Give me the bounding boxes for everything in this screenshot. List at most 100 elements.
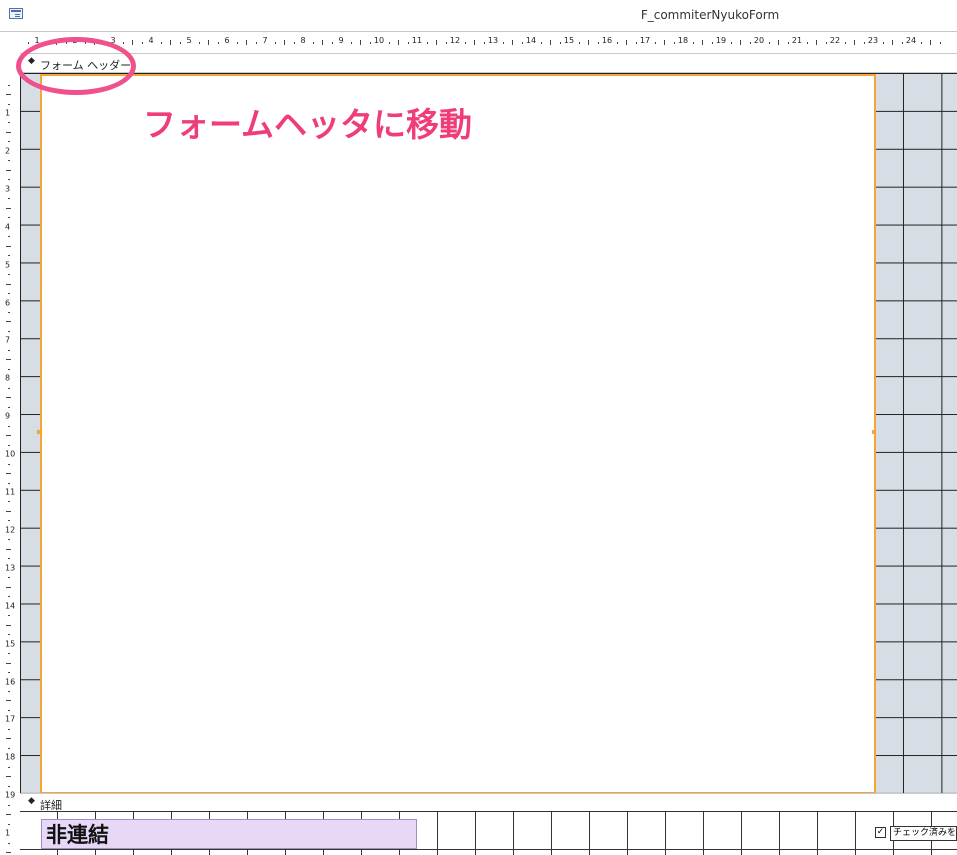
ruler-tick xyxy=(540,42,542,44)
ruler-number: 15 xyxy=(563,36,575,45)
ruler-tick xyxy=(217,42,219,44)
ruler-tick xyxy=(749,42,751,44)
ruler-tick xyxy=(46,42,48,44)
form-header-label: フォーム ヘッダー xyxy=(40,59,132,72)
ruler-tick xyxy=(388,42,390,44)
ruler-number: 14 xyxy=(5,601,16,611)
ruler-tick xyxy=(198,42,200,44)
ruler-tick xyxy=(6,207,11,209)
ruler-tick xyxy=(407,42,409,44)
ruler-tick xyxy=(8,520,10,522)
ruler-tick xyxy=(284,40,285,45)
ruler-tick xyxy=(8,160,10,162)
ruler-tick xyxy=(844,42,846,44)
ruler-tick xyxy=(160,42,162,44)
ruler-tick xyxy=(8,747,10,749)
ruler-tick xyxy=(863,42,865,44)
ruler-tick xyxy=(892,40,893,45)
resize-handle-left[interactable] xyxy=(37,430,41,434)
ruler-number: 1 xyxy=(34,36,40,45)
resize-handle-right[interactable] xyxy=(872,430,876,434)
form-header-canvas[interactable] xyxy=(40,74,876,794)
ruler-tick xyxy=(6,245,11,247)
ruler-tick xyxy=(635,42,637,44)
ruler-tick xyxy=(901,42,903,44)
ruler-tick xyxy=(6,586,11,588)
ruler-tick xyxy=(6,548,11,550)
ruler-tick xyxy=(6,131,11,133)
ruler-number: 24 xyxy=(905,36,917,45)
ruler-tick xyxy=(616,42,618,44)
ruler-number: 16 xyxy=(601,36,613,45)
ruler-tick xyxy=(122,42,124,44)
window-title: F_commiterNyukoForm xyxy=(640,8,780,22)
ruler-number: 3 xyxy=(5,184,11,194)
ruler-number: 2 xyxy=(72,36,78,45)
ruler-number: 18 xyxy=(5,752,16,762)
section-arrow-icon: ◆ xyxy=(28,56,35,66)
ruler-tick xyxy=(8,103,10,105)
ruler-tick xyxy=(882,42,884,44)
ruler-tick xyxy=(521,42,523,44)
ruler-tick xyxy=(360,40,361,45)
ruler-tick xyxy=(27,42,29,44)
ruler-tick xyxy=(825,42,827,44)
ruler-tick xyxy=(8,274,10,276)
ruler-number: 4 xyxy=(148,36,154,45)
ruler-number: 7 xyxy=(5,335,11,345)
ruler-tick xyxy=(578,42,580,44)
ruler-tick xyxy=(246,40,247,45)
annotation-text: フォームヘッタに移動 xyxy=(143,105,473,144)
unbound-textbox[interactable]: 非連結 xyxy=(41,819,417,849)
checkbox-label[interactable]: チェック済みを xyxy=(890,826,957,841)
ruler-number: 21 xyxy=(791,36,803,45)
ruler-tick xyxy=(8,672,10,674)
ruler-tick xyxy=(8,387,10,389)
ruler-tick xyxy=(692,42,694,44)
ruler-number: 6 xyxy=(5,298,11,307)
ruler-tick xyxy=(6,435,11,437)
ruler-number: 14 xyxy=(525,36,537,45)
ruler-tick xyxy=(673,42,675,44)
ruler-tick xyxy=(56,40,57,45)
vertical-ruler[interactable]: 1 2 3 4 5 6 7 8 9 10 11 12 13 14 15 16 17 18 19 1 xyxy=(0,53,21,855)
ruler-number: 1 xyxy=(5,828,11,838)
ruler-number: 23 xyxy=(867,36,879,45)
ruler-tick xyxy=(597,42,599,44)
ruler-tick xyxy=(806,42,808,44)
ruler-tick xyxy=(8,709,10,711)
section-arrow-icon: ◆ xyxy=(28,796,35,806)
ruler-tick xyxy=(8,804,10,806)
ruler-tick xyxy=(730,42,732,44)
form-selector[interactable] xyxy=(0,33,21,54)
ruler-tick xyxy=(8,406,10,408)
form-header-section-bar[interactable]: ◆ フォーム ヘッダー xyxy=(20,53,957,73)
ruler-tick xyxy=(6,94,11,96)
form-header-area[interactable] xyxy=(20,73,957,794)
title-divider xyxy=(0,31,957,32)
ruler-tick xyxy=(654,42,656,44)
ruler-tick xyxy=(8,179,10,181)
ruler-number: 1 xyxy=(5,108,11,118)
ruler-tick xyxy=(103,42,105,44)
ruler-tick xyxy=(6,169,11,171)
ruler-tick xyxy=(94,40,95,45)
horizontal-ruler[interactable]: 1 2 3 4 5 6 7 8 9 10 11 12 13 14 15 16 17 18 19 20 21 22 23 24 xyxy=(20,33,957,54)
checkbox[interactable]: ✓ xyxy=(875,827,886,838)
ruler-number: 12 xyxy=(5,525,16,535)
ruler-tick xyxy=(626,40,627,45)
ruler-tick xyxy=(6,814,11,816)
ruler-tick xyxy=(8,255,10,257)
detail-area[interactable]: 非連結 ✓ チェック済みを xyxy=(20,811,957,855)
ruler-tick xyxy=(787,42,789,44)
ruler-number: 9 xyxy=(338,36,344,45)
ruler-tick xyxy=(312,42,314,44)
ruler-tick xyxy=(141,42,143,44)
ruler-tick xyxy=(512,40,513,45)
ruler-tick xyxy=(816,40,817,45)
ruler-tick xyxy=(559,42,561,44)
ruler-tick xyxy=(8,728,10,730)
ruler-number: 11 xyxy=(411,36,423,45)
detail-section-bar[interactable]: ◆ 詳細 xyxy=(20,793,957,813)
ruler-tick xyxy=(702,40,703,45)
